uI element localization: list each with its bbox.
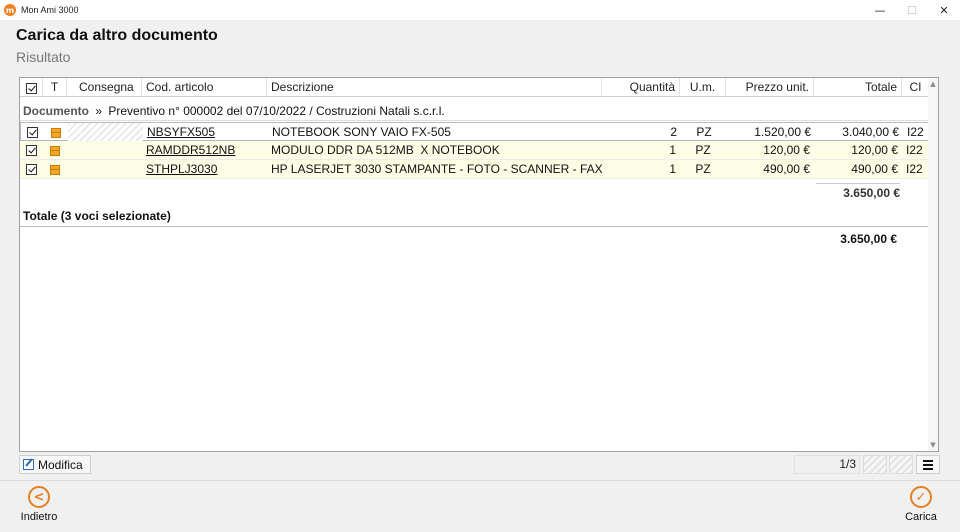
- table-row[interactable]: STHPLJ3030 HP LASERJET 3030 STAMPANTE - …: [20, 160, 929, 179]
- row-checkbox[interactable]: [21, 123, 43, 141]
- grid-header: T Consegna Cod. articolo Descrizione Qua…: [20, 78, 929, 97]
- group-subtotal: 3.650,00 €: [816, 183, 900, 200]
- document-group-row: Documento » Preventivo n° 000002 del 07/…: [20, 101, 929, 121]
- scroll-down-icon[interactable]: ▼: [928, 441, 938, 449]
- ci-cell: I22: [906, 143, 923, 157]
- edit-icon: [23, 459, 34, 470]
- consegna-cell[interactable]: [67, 160, 142, 178]
- maximize-button[interactable]: ☐: [896, 0, 928, 20]
- description-cell: NOTEBOOK SONY VAIO FX-505: [272, 125, 451, 139]
- group-label: Documento: [23, 104, 89, 118]
- article-code-link[interactable]: STHPLJ3030: [142, 160, 267, 178]
- um-cell: PZ: [695, 162, 711, 176]
- column-ci[interactable]: CI: [902, 78, 929, 96]
- article-code-link[interactable]: RAMDDR512NB: [142, 141, 267, 159]
- scroll-up-icon[interactable]: ▲: [928, 80, 938, 88]
- grand-total: 3.650,00 €: [840, 232, 897, 246]
- modifica-label: Modifica: [38, 457, 83, 472]
- um-cell: PZ: [696, 125, 712, 139]
- column-codice[interactable]: Cod. articolo: [142, 78, 267, 96]
- back-label: Indietro: [20, 511, 58, 523]
- article-code-link[interactable]: NBSYFX505: [143, 123, 268, 141]
- consegna-cell[interactable]: [68, 123, 143, 141]
- column-prezzo[interactable]: Prezzo unit.: [726, 78, 814, 96]
- column-type[interactable]: T: [43, 78, 67, 96]
- title-bar: m Mon Ami 3000 — ☐ ✕: [0, 0, 960, 20]
- select-all-checkbox[interactable]: [20, 78, 43, 96]
- load-button[interactable]: ✓ Carica: [891, 486, 951, 523]
- modifica-button[interactable]: Modifica: [19, 455, 91, 474]
- back-arrow-icon: <: [28, 486, 50, 508]
- dialog-content: Carica da altro documento Risultato T Co…: [0, 20, 960, 532]
- footer-divider: [0, 480, 960, 481]
- row-checkbox[interactable]: [20, 141, 42, 159]
- prev-page-button[interactable]: [863, 455, 887, 474]
- description-cell: HP LASERJET 3030 STAMPANTE - FOTO - SCAN…: [271, 162, 602, 176]
- article-box-icon: [43, 160, 67, 178]
- hamburger-icon: [923, 459, 933, 462]
- table-row[interactable]: NBSYFX505 NOTEBOOK SONY VAIO FX-505 2 PZ…: [20, 122, 929, 141]
- column-um[interactable]: U.m.: [680, 78, 726, 96]
- app-logo-icon: m: [4, 4, 16, 16]
- close-button[interactable]: ✕: [928, 0, 960, 20]
- column-consegna[interactable]: Consegna: [67, 78, 142, 96]
- app-title: Mon Ami 3000: [21, 5, 79, 15]
- page-indicator: 1/3: [794, 455, 860, 474]
- load-label: Carica: [905, 511, 937, 523]
- column-quantita[interactable]: Quantità: [602, 78, 680, 96]
- check-icon: ✓: [910, 486, 932, 508]
- total-label: Totale (3 voci selezionate): [23, 209, 171, 223]
- total-cell: 120,00 €: [851, 143, 898, 157]
- group-description: Preventivo n° 000002 del 07/10/2022 / Co…: [108, 104, 445, 118]
- description-cell: MODULO DDR DA 512MB X NOTEBOOK: [271, 143, 500, 157]
- quantity-cell: 2: [670, 125, 677, 139]
- row-checkbox[interactable]: [20, 160, 42, 178]
- table-row[interactable]: RAMDDR512NB MODULO DDR DA 512MB X NOTEBO…: [20, 141, 929, 160]
- menu-button[interactable]: [916, 455, 940, 474]
- page-title: Carica da altro documento: [16, 27, 218, 44]
- article-box-icon: [44, 123, 68, 141]
- article-box-icon: [43, 141, 67, 159]
- price-cell: 1.520,00 €: [754, 125, 811, 139]
- column-totale[interactable]: Totale: [814, 78, 902, 96]
- quantity-cell: 1: [669, 143, 676, 157]
- column-descrizione[interactable]: Descrizione: [267, 78, 602, 96]
- total-cell: 490,00 €: [851, 162, 898, 176]
- total-divider: [20, 226, 929, 227]
- back-button[interactable]: < Indietro: [9, 486, 69, 523]
- minimize-button[interactable]: —: [864, 0, 896, 20]
- total-cell: 3.040,00 €: [842, 125, 899, 139]
- um-cell: PZ: [695, 143, 711, 157]
- ci-cell: I22: [906, 162, 923, 176]
- next-page-button[interactable]: [889, 455, 913, 474]
- items-grid: T Consegna Cod. articolo Descrizione Qua…: [19, 77, 939, 452]
- consegna-cell[interactable]: [67, 141, 142, 159]
- vertical-scrollbar[interactable]: ▲ ▼: [928, 78, 938, 451]
- price-cell: 490,00 €: [763, 162, 810, 176]
- price-cell: 120,00 €: [763, 143, 810, 157]
- quantity-cell: 1: [669, 162, 676, 176]
- group-separator: »: [95, 104, 103, 118]
- ci-cell: I22: [907, 125, 924, 139]
- page-subtitle: Risultato: [16, 49, 71, 65]
